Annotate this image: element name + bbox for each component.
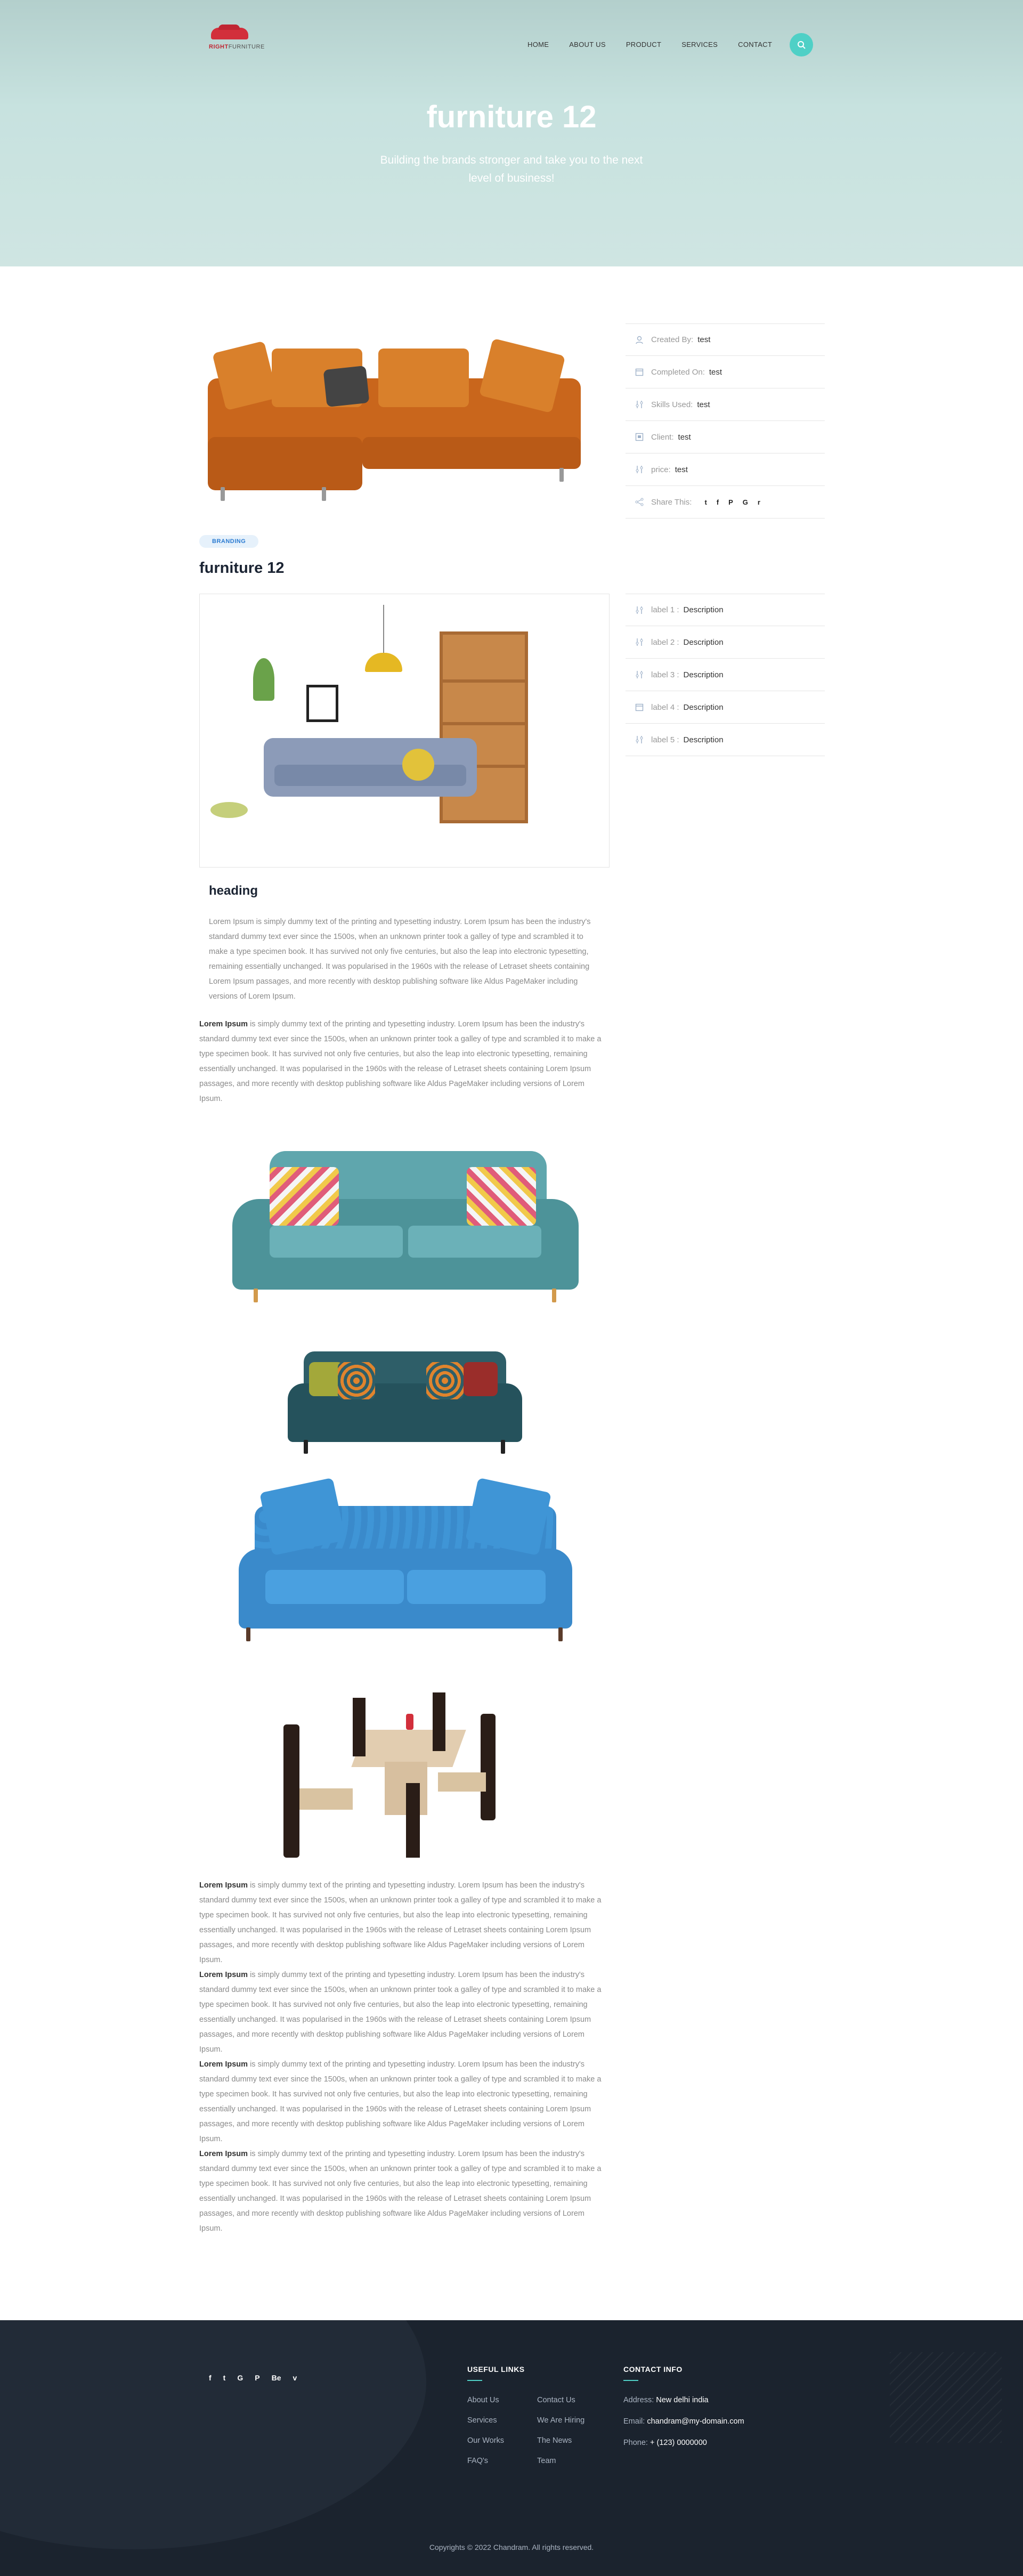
living-room-image — [199, 594, 610, 868]
copyright-text: Copyrights © 2022 Chandram. All rights r… — [429, 2543, 594, 2551]
sliders-icon — [634, 605, 645, 615]
google-icon[interactable]: G — [743, 498, 748, 506]
body-paragraph-5: Lorem Ipsum is simply dummy text of the … — [199, 2150, 602, 2233]
useful-links-col2: Contact Us We Are Hiring The News Team — [537, 2396, 584, 2477]
extra-detail-3: label 3 : Description — [626, 659, 825, 691]
calendar-icon — [634, 367, 645, 377]
extra-detail-2: label 2 : Description — [626, 626, 825, 659]
facebook-icon[interactable]: f — [209, 2374, 212, 2382]
dining-set-image — [278, 1692, 529, 1861]
detail-client: Client: test — [626, 421, 825, 453]
extra-details-list: label 1 : Description label 2 : Descriptio… — [626, 594, 825, 756]
nav-product[interactable]: PRODUCT — [626, 40, 661, 48]
orange-sofa-image — [202, 336, 581, 506]
footer-link-services[interactable]: Services — [467, 2416, 504, 2436]
sliders-icon — [634, 669, 645, 680]
twitter-icon[interactable]: t — [704, 498, 707, 506]
reddit-icon[interactable]: r — [758, 498, 760, 506]
contact-email[interactable]: Email: chandram@my-domain.com — [623, 2417, 744, 2439]
sliders-icon — [634, 734, 645, 745]
detail-skills-used: Skills Used: test — [626, 388, 825, 421]
contact-info: Address: New delhi india Email: chandram… — [623, 2396, 744, 2460]
category-tag[interactable]: BRANDING — [199, 535, 259, 548]
page-subtitle: Building the brands stronger and take yo… — [380, 154, 643, 184]
dark-teal-sofa-image — [288, 1351, 522, 1458]
vimeo-icon[interactable]: v — [293, 2374, 297, 2382]
google-icon[interactable]: G — [237, 2374, 243, 2382]
contact-address: Address: New delhi india — [623, 2396, 709, 2404]
body-paragraph: Lorem Ipsum is simply dummy text of the … — [199, 1020, 602, 1103]
sliders-icon — [634, 399, 645, 410]
section-heading: heading — [209, 884, 258, 898]
contact-phone[interactable]: Phone: + (123) 0000000 — [623, 2439, 744, 2460]
nav-home[interactable]: HOME — [527, 40, 549, 48]
footer-link-about-us[interactable]: About Us — [467, 2396, 504, 2416]
extra-detail-5: label 5 : Description — [626, 724, 825, 756]
nav-contact[interactable]: CONTACT — [738, 40, 772, 48]
footer-social-icons: f t G P Be v — [209, 2374, 297, 2382]
footer-link-our-works[interactable]: Our Works — [467, 2436, 504, 2457]
footer-link-contact-us[interactable]: Contact Us — [537, 2396, 584, 2416]
share-icons: t f P G r — [704, 498, 760, 506]
share-row: Share This: t f P G r — [626, 486, 825, 519]
blue-sofa-image — [239, 1477, 572, 1648]
extra-detail-4: label 4 : Description — [626, 691, 825, 724]
detail-completed-on: Completed On: test — [626, 356, 825, 388]
logo-sofa-icon — [211, 25, 248, 39]
project-details-list: Created By: test Completed On: test Skills… — [626, 323, 825, 519]
footer-link-news[interactable]: The News — [537, 2436, 584, 2457]
sliders-icon — [634, 464, 645, 475]
sliders-icon — [634, 637, 645, 647]
share-icon — [634, 497, 645, 507]
pinterest-icon[interactable]: P — [728, 498, 733, 506]
client-icon — [634, 432, 645, 442]
site-footer: f t G P Be v USEFUL LINKS About Us Servi… — [0, 2320, 1023, 2576]
search-button[interactable] — [790, 33, 813, 56]
useful-links-col1: About Us Services Our Works FAQ's — [467, 2396, 504, 2477]
calendar-icon — [634, 702, 645, 712]
useful-links-heading: USEFUL LINKS — [467, 2365, 525, 2381]
detail-created-by: Created By: test — [626, 323, 825, 356]
body-paragraph-3: Lorem Ipsum is simply dummy text of the … — [199, 1971, 602, 2054]
site-logo[interactable]: RIGHTFURNITURE — [208, 25, 264, 58]
hero-header: RIGHTFURNITURE HOME ABOUT US PRODUCT SER… — [0, 0, 1023, 266]
user-icon — [634, 335, 645, 345]
detail-price: price: test — [626, 453, 825, 486]
pinterest-icon[interactable]: P — [255, 2374, 259, 2382]
footer-link-hiring[interactable]: We Are Hiring — [537, 2416, 584, 2436]
post-title: furniture 12 — [199, 560, 285, 577]
footer-link-faqs[interactable]: FAQ's — [467, 2457, 504, 2477]
facebook-icon[interactable]: f — [717, 498, 719, 506]
twitter-icon[interactable]: t — [223, 2374, 226, 2382]
intro-paragraph: Lorem Ipsum is simply dummy text of the … — [209, 918, 591, 1001]
body-paragraph-4: Lorem Ipsum is simply dummy text of the … — [199, 2060, 602, 2143]
main-nav: HOME ABOUT US PRODUCT SERVICES CONTACT — [527, 40, 772, 48]
footer-link-team[interactable]: Team — [537, 2457, 584, 2477]
teal-sofa-image — [232, 1146, 579, 1316]
contact-info-heading: CONTACT INFO — [623, 2365, 683, 2381]
search-icon — [798, 41, 806, 49]
nav-about-us[interactable]: ABOUT US — [569, 40, 606, 48]
behance-icon[interactable]: Be — [272, 2374, 281, 2382]
extra-detail-1: label 1 : Description — [626, 594, 825, 626]
nav-services[interactable]: SERVICES — [681, 40, 718, 48]
body-paragraph-2: Lorem Ipsum is simply dummy text of the … — [199, 1881, 602, 1964]
page-title: furniture 12 — [426, 100, 597, 134]
